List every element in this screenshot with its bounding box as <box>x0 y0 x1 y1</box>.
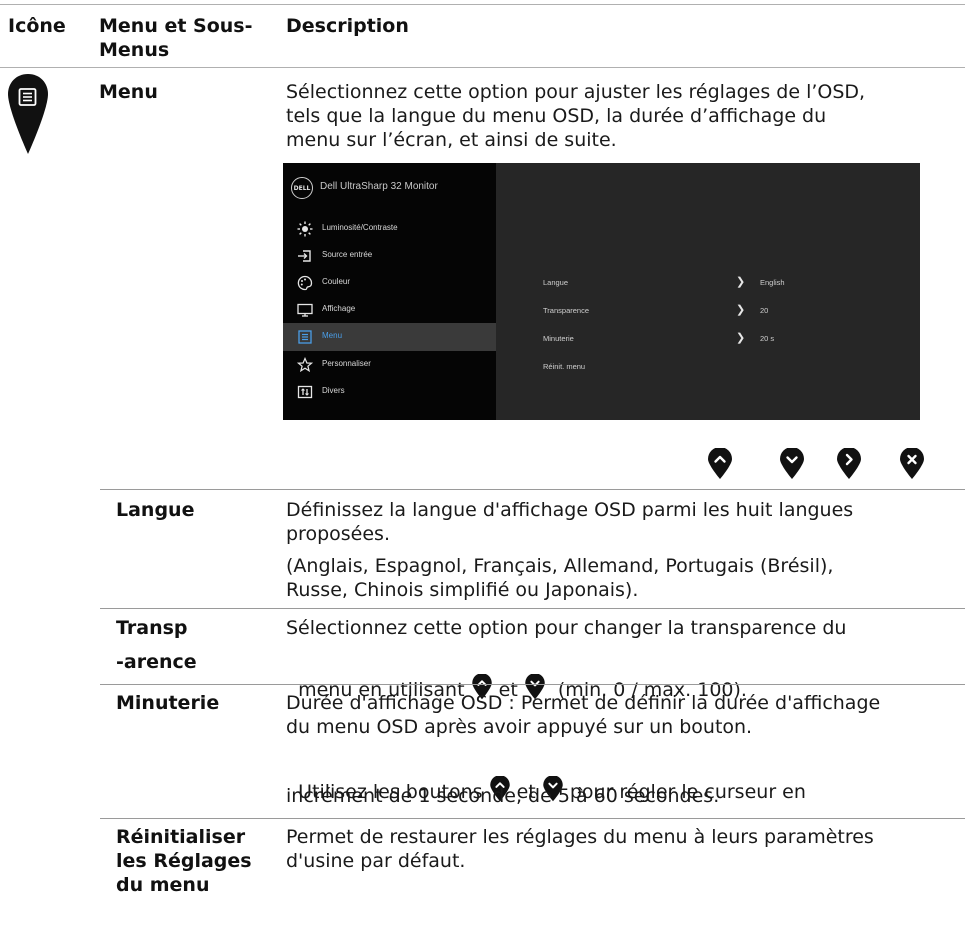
row-rule-langue <box>100 489 965 490</box>
osd-item-label: Menu <box>322 331 343 340</box>
top-rule <box>0 4 965 5</box>
reinit-label-line2: les Réglages <box>116 850 252 872</box>
osd-row-value: 20 s <box>760 334 775 343</box>
reinit-label-line1: Réinitialiser <box>116 826 246 848</box>
langue-desc2-line1: (Anglais, Espagnol, Français, Allemand, … <box>286 555 834 577</box>
display-icon <box>297 302 313 318</box>
header-desc-col: Description <box>286 15 409 37</box>
osd-item-color[interactable]: Couleur <box>283 269 496 297</box>
osd-item-personalize[interactable]: Personnaliser <box>283 351 496 379</box>
right-button-icon[interactable] <box>836 448 862 480</box>
minuterie-desc-line1: Durée d'affichage OSD : Permet de défini… <box>286 692 881 714</box>
minuterie-desc2-line2: incrément de 1 seconde, de 5 à 60 second… <box>286 785 720 807</box>
osd-item-menu[interactable]: Menu <box>283 323 496 351</box>
menu-desc-line1: Sélectionnez cette option pour ajuster l… <box>286 81 866 103</box>
osd-item-label: Source entrée <box>322 250 373 259</box>
menu-desc-line2: tels que la langue du menu OSD, la durée… <box>286 105 827 127</box>
chevron-right-icon: ❯ <box>736 304 746 316</box>
langue-desc-line1: Définissez la langue d'affichage OSD par… <box>286 499 854 521</box>
osd-item-label: Personnaliser <box>322 359 371 368</box>
row-rule-reinit <box>100 818 965 819</box>
chevron-right-icon: ❯ <box>736 276 746 288</box>
langue-desc-line2: proposées. <box>286 523 390 545</box>
osd-row-name: Langue <box>543 278 569 287</box>
brightness-icon <box>297 221 313 237</box>
header-rule <box>0 67 965 68</box>
transparence-label-line2: -arence <box>116 651 197 673</box>
close-button-icon[interactable] <box>899 448 925 480</box>
osd-row-minuterie[interactable]: Minuterie ❯ 20 s <box>543 332 903 348</box>
osd-item-input-source[interactable]: Source entrée <box>283 242 496 270</box>
chevron-right-icon: ❯ <box>736 332 746 344</box>
transparence-label-line1: Transp <box>116 617 188 639</box>
osd-item-brightness[interactable]: Luminosité/Contraste <box>283 215 496 243</box>
osd-row-value: English <box>760 278 785 287</box>
osd-row-transparence[interactable]: Transparence ❯ 20 <box>543 304 903 320</box>
menu-pin-icon <box>8 74 48 154</box>
row-rule-transparence <box>100 608 965 609</box>
langue-label: Langue <box>116 499 195 521</box>
reinit-desc-line1: Permet de restaurer les réglages du menu… <box>286 826 874 848</box>
up-button-icon[interactable] <box>707 448 733 480</box>
osd-row-name: Minuterie <box>543 334 574 343</box>
osd-screenshot: DELL Dell UltraSharp 32 Monitor Luminosi… <box>283 163 920 420</box>
osd-item-label: Divers <box>322 386 345 395</box>
osd-item-label: Affichage <box>322 304 356 313</box>
osd-row-name: Transparence <box>543 306 589 315</box>
osd-item-label: Luminosité/Contraste <box>322 223 398 232</box>
others-icon <box>297 384 313 400</box>
menu-label: Menu <box>99 81 158 103</box>
osd-item-label: Couleur <box>322 277 351 286</box>
langue-desc2-line2: Russe, Chinois simplifié ou Japonais). <box>286 579 639 601</box>
osd-item-display[interactable]: Affichage <box>283 296 496 324</box>
minuterie-desc-line2: du menu OSD après avoir appuyé sur un bo… <box>286 716 753 738</box>
dell-logo: DELL <box>291 177 313 199</box>
minuterie-label: Minuterie <box>116 692 220 714</box>
color-palette-icon <box>297 275 313 291</box>
osd-row-value: 20 <box>760 306 769 315</box>
menu-icon <box>297 329 313 345</box>
osd-item-others[interactable]: Divers <box>283 378 496 406</box>
input-source-icon <box>297 248 313 264</box>
reinit-desc-line2: d'usine par défaut. <box>286 850 466 872</box>
osd-row-name: Réinit. menu <box>543 362 586 371</box>
osd-row-langue[interactable]: Langue ❯ English <box>543 276 903 292</box>
down-button-icon[interactable] <box>779 448 805 480</box>
header-icon-col: Icône <box>8 15 66 37</box>
star-icon <box>296 356 314 373</box>
reinit-label-line3: du menu <box>116 874 210 896</box>
menu-desc-line3: menu sur l’écran, et ainsi de suite. <box>286 129 617 151</box>
osd-title: Dell UltraSharp 32 Monitor <box>320 181 438 192</box>
header-menu-col-line2: Menus <box>99 39 170 61</box>
osd-row-reinit[interactable]: Réinit. menu <box>543 360 903 376</box>
row-rule-minuterie <box>100 684 965 685</box>
transparence-desc-line1: Sélectionnez cette option pour changer l… <box>286 617 847 639</box>
header-menu-col-line1: Menu et Sous- <box>99 15 253 37</box>
